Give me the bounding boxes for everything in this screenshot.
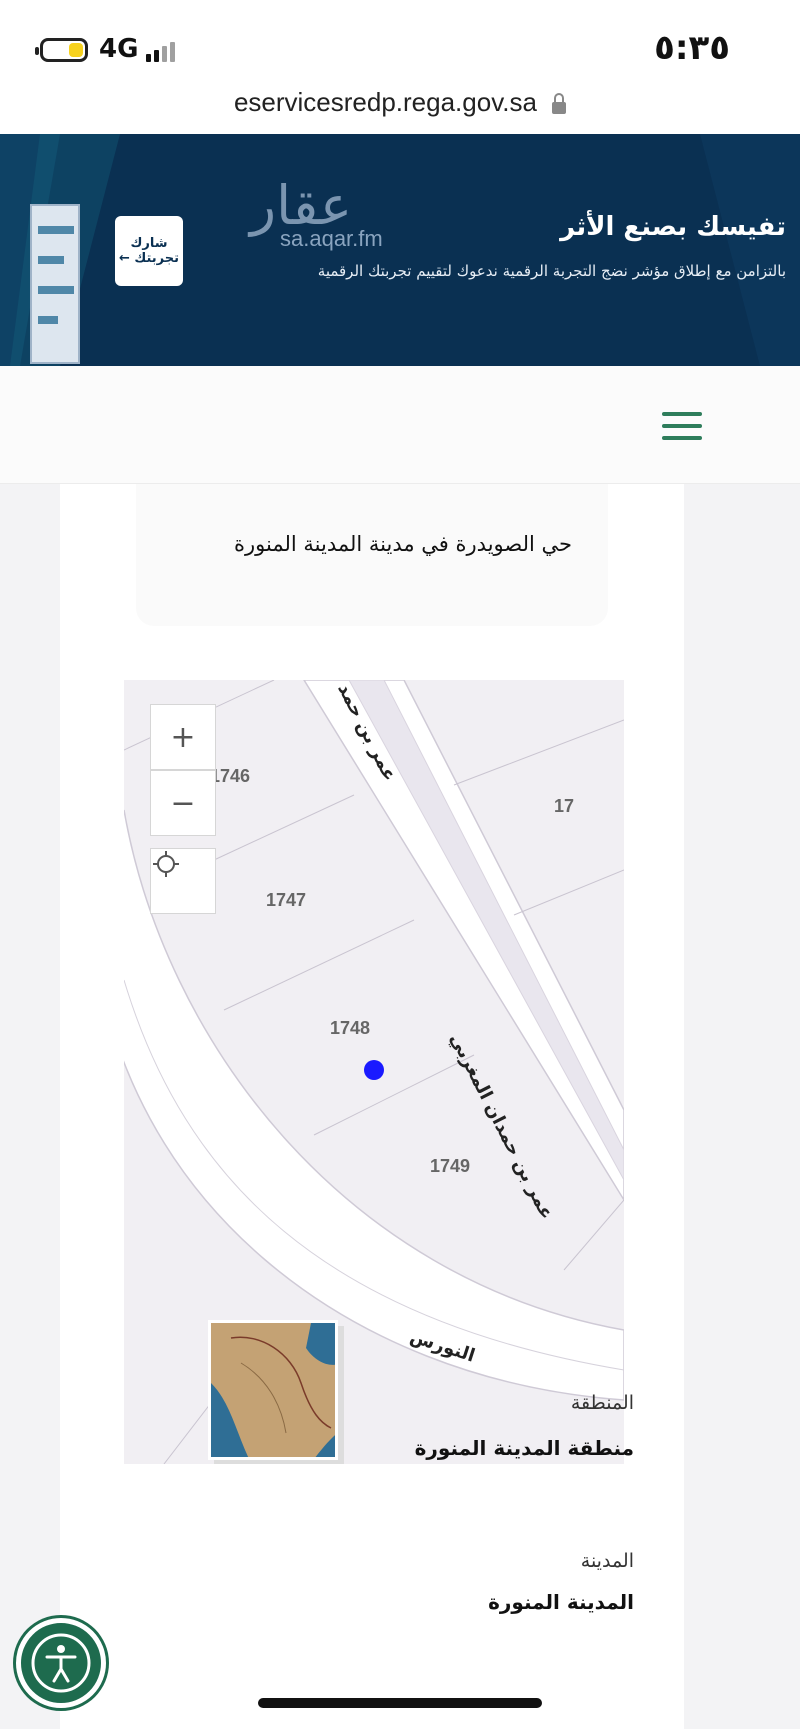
status-bar: 4G ٥:٣٥	[0, 0, 800, 84]
parcel-map[interactable]: 1746 1747 1748 1749 17 + − عمر بن حمدان المغ…	[124, 680, 624, 1464]
minimap-image	[211, 1323, 335, 1457]
minimap-thumbnail[interactable]	[208, 1320, 338, 1460]
parcel-label: 1746	[210, 766, 251, 786]
promo-banner[interactable]: شارك تجربتك ← عقار sa.aqar.fm تفيسك بصنع…	[0, 134, 800, 366]
hamburger-menu-icon[interactable]	[662, 412, 702, 440]
zoom-out-button[interactable]: −	[150, 770, 216, 836]
banner-title: تفيسك بصنع الأثر	[560, 212, 786, 242]
zoom-in-button[interactable]: +	[150, 704, 216, 770]
parcel-label: 1748	[330, 1018, 371, 1038]
locate-button[interactable]	[150, 848, 216, 914]
network-type: 4G	[99, 34, 139, 64]
url-text: eservicesredp.rega.gov.sa	[233, 87, 537, 117]
accessibility-button[interactable]	[16, 1618, 106, 1708]
banner-subtitle: بالتزامن مع إطلاق مؤشر نضج التجربة الرقم…	[316, 262, 786, 280]
city-value: المدينة المنورة	[488, 1590, 634, 1614]
aqar-domain: sa.aqar.fm	[280, 226, 383, 251]
signal-icon	[146, 40, 180, 62]
battery-icon	[35, 38, 88, 62]
page: 4G ٥:٣٥ eservicesredp.rega.gov.sa شارك ت…	[0, 0, 800, 1729]
accessibility-icon	[31, 1633, 91, 1693]
device-mockup	[30, 204, 80, 364]
parcel-label: 1747	[266, 890, 307, 910]
city-label: المدينة	[580, 1550, 634, 1572]
navbar	[0, 366, 800, 484]
content-panel: حي الصويدرة في مدينة المدينة المنورة 174…	[60, 484, 684, 1729]
crosshair-icon	[153, 851, 179, 877]
battery-level	[69, 43, 83, 57]
region-value: منطقة المدينة المنورة	[414, 1436, 634, 1460]
address-card: حي الصويدرة في مدينة المدينة المنورة	[136, 484, 608, 626]
url-bar[interactable]: eservicesredp.rega.gov.sa	[0, 84, 800, 134]
address-text: حي الصويدرة في مدينة المدينة المنورة	[234, 532, 572, 556]
parcel-label: 1749	[430, 1156, 471, 1176]
location-marker[interactable]	[364, 1060, 384, 1080]
lock-icon	[552, 92, 567, 115]
home-indicator	[258, 1698, 542, 1708]
region-label: المنطقة	[570, 1392, 634, 1414]
share-experience-button[interactable]: شارك تجربتك ←	[115, 216, 183, 286]
parcel-label: 17	[554, 796, 575, 816]
clock: ٥:٣٥	[654, 28, 730, 68]
